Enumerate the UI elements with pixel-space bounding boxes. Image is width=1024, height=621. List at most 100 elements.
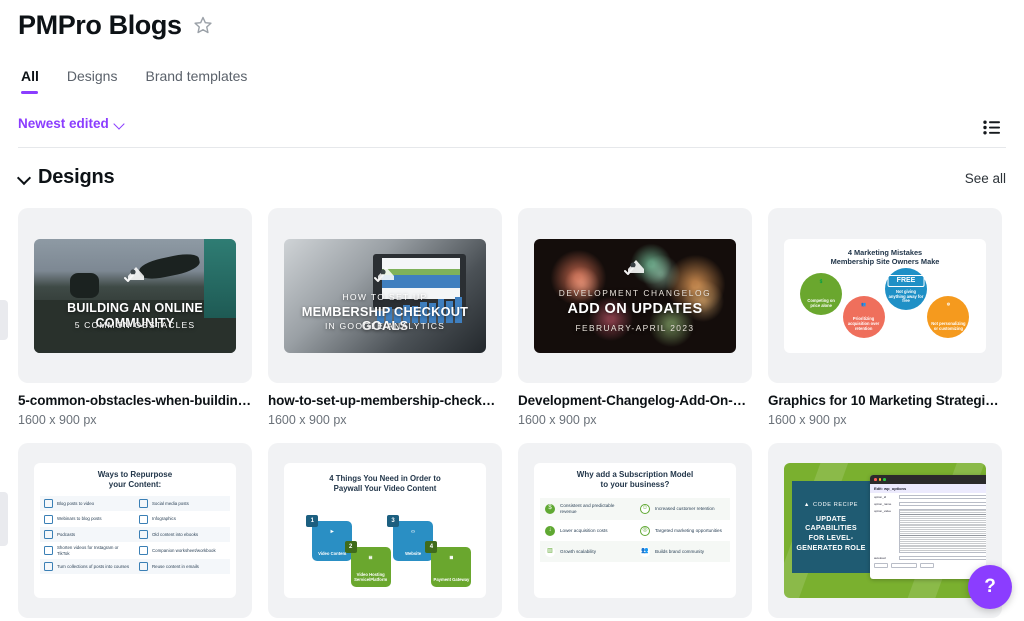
list-item: Social media posts (135, 496, 230, 512)
thumbnail-subhead: 5 COMMON OBSTACLES (74, 319, 196, 330)
video-icon: ▶ (330, 528, 334, 534)
infographic-title-line1: Ways to Repurpose (97, 470, 173, 479)
list-view-icon[interactable] (976, 112, 1006, 142)
email-icon (139, 562, 148, 572)
design-title[interactable]: 5-common-obstacles-when-building-a... (18, 393, 252, 408)
bubble-label: Not personalizing or customizing (931, 321, 966, 331)
worksheet-icon (139, 546, 148, 556)
star-icon[interactable] (192, 14, 214, 36)
step-label: Video Hosting Service/Platform (354, 572, 388, 582)
design-thumbnail[interactable]: BUILDING AN ONLINE COMMUNITY 5 COMMON OB… (18, 208, 252, 383)
field-input (899, 494, 986, 499)
tab-designs[interactable]: Designs (53, 62, 132, 94)
headline-line3: GENERATED ROLE (796, 542, 866, 552)
design-card[interactable]: Ways to Repurpose your Content: Blog pos… (18, 443, 252, 618)
window-title: Edit: wp_options (870, 484, 986, 493)
retention-icon: ☺ (640, 504, 650, 515)
tab-brand-templates[interactable]: Brand templates (131, 62, 261, 94)
infographic-icon (139, 514, 148, 524)
design-thumbnail[interactable]: 4 Things You Need in Order to Paywall Yo… (268, 443, 502, 618)
bubble-label: Competing on price alone (807, 298, 835, 308)
infographic-bubble: Not personalizing or customizing ⚙ (927, 295, 970, 338)
brand-label: CODE RECIPE (812, 501, 859, 508)
page-header: PMPro Blogs (18, 8, 214, 42)
field-label: autoload (874, 555, 886, 560)
designs-page: PMPro Blogs All Designs Brand templates … (0, 0, 1024, 621)
list-item-label: Webinars to blog posts (57, 516, 102, 522)
browser-icon: ▭ (411, 528, 416, 534)
design-thumbnail[interactable]: Why add a Subscription Model to your bus… (518, 443, 752, 618)
ebook-icon (139, 529, 148, 539)
infographic-title-line2: to your business? (600, 480, 670, 490)
design-thumbnail[interactable]: ▲ CODE RECIPE UPDATE CAPABILITIES FOR LE… (768, 443, 1002, 618)
infographic-bubble: Not giving anything away for free FREE (885, 268, 927, 311)
design-dimensions: 1600 x 900 px (518, 413, 597, 427)
price-tag-icon: 💲 (818, 278, 824, 284)
design-title[interactable]: how-to-set-up-membership-checkout... (268, 393, 502, 408)
pmpro-logo-icon: ▲ (803, 501, 810, 508)
infographic-title-line1: 4 Things You Need in Order to (329, 474, 441, 483)
help-button[interactable]: ? (968, 565, 1012, 609)
social-icon (139, 499, 148, 509)
list-item: ☺ Increased customer retention (635, 497, 730, 521)
pmpro-logo-icon (124, 266, 144, 282)
design-card[interactable]: 4 Marketing Mistakes Membership Site Own… (768, 208, 1002, 427)
chevron-down-icon[interactable] (18, 172, 30, 184)
list-item: Turn collections of posts into courses (40, 559, 135, 575)
design-thumbnail[interactable]: DEVELOPMENT CHANGELOG ADD ON UPDATES FEB… (518, 208, 752, 383)
section-header-designs: Designs See all (18, 166, 1006, 196)
bubble-label: Prioritizing acquisition over retention (847, 316, 880, 331)
podcast-icon (44, 529, 53, 539)
design-thumbnail[interactable]: 4 Marketing Mistakes Membership Site Own… (768, 208, 1002, 383)
design-thumbnail[interactable]: Ways to Repurpose your Content: Blog pos… (18, 443, 252, 618)
design-card[interactable]: DEVELOPMENT CHANGELOG ADD ON UPDATES FEB… (518, 208, 752, 427)
pmpro-logo-icon (624, 260, 644, 276)
list-item: Webinars to blog posts (40, 511, 135, 526)
infographic-title-line2: your Content: (108, 480, 162, 489)
design-title[interactable]: Graphics for 10 Marketing Strategies t..… (768, 393, 1002, 408)
list-item: Old content into ebooks (135, 526, 230, 543)
tab-bar: All Designs Brand templates (18, 62, 261, 94)
list-item: Shorten videos for Instagram or TikTok (40, 542, 135, 559)
server-icon: ▤ (368, 554, 373, 560)
list-item: Infographics (135, 511, 230, 526)
list-item-label: Reuse content in emails (152, 564, 199, 570)
thumbnail-subhead: FEBRUARY-APRIL 2023 (575, 323, 695, 333)
code-recipe-window: Edit: wp_options option_id option_name o… (870, 475, 986, 579)
users-icon: 👥 (861, 301, 867, 307)
headline-line2: FOR LEVEL- (808, 533, 854, 542)
design-card[interactable]: Why add a Subscription Model to your bus… (518, 443, 752, 618)
tab-all[interactable]: All (18, 62, 53, 94)
chevron-down-icon (115, 119, 125, 129)
toolbar: Newest edited (0, 112, 1024, 152)
design-card[interactable]: HOW TO SET UP MEMBERSHIP CHECKOUT GOALS … (268, 208, 502, 427)
thumbnail-art-community: BUILDING AN ONLINE COMMUNITY 5 COMMON OB… (34, 238, 236, 353)
thumbnail-art-subscription: Why add a Subscription Model to your bus… (534, 463, 736, 598)
list-item-label: Turn collections of posts into courses (57, 564, 130, 570)
gear-pencil-icon: ⚙ (946, 301, 951, 307)
design-card[interactable]: 4 Things You Need in Order to Paywall Yo… (268, 443, 502, 618)
sort-dropdown[interactable]: Newest edited (18, 116, 125, 131)
list-item-label: Companion worksheet/workbook (152, 547, 216, 553)
field-input (899, 501, 986, 506)
target-icon: ◎ (640, 525, 650, 536)
design-title[interactable]: Development-Changelog-Add-On-Upd... (518, 393, 752, 408)
design-card[interactable]: ▲ CODE RECIPE UPDATE CAPABILITIES FOR LE… (768, 443, 1002, 618)
step-block: 2 ▤ Video Hosting Service/Platform (344, 540, 391, 587)
design-card[interactable]: BUILDING AN ONLINE COMMUNITY 5 COMMON OB… (18, 208, 252, 427)
design-thumbnail[interactable]: HOW TO SET UP MEMBERSHIP CHECKOUT GOALS … (268, 208, 502, 383)
section-title: Designs (38, 166, 115, 188)
design-dimensions: 1600 x 900 px (268, 413, 347, 427)
thumbnail-art-marketing-mistakes: 4 Marketing Mistakes Membership Site Own… (784, 238, 986, 353)
list-item: $ Consistent and predictable revenue (540, 497, 635, 521)
list-item: Blog posts to video (40, 496, 135, 512)
infographic-title-line1: Why add a Subscription Model (576, 470, 694, 479)
thumbnail-art-paywall: 4 Things You Need in Order to Paywall Yo… (284, 463, 486, 598)
see-all-link[interactable]: See all (965, 171, 1006, 186)
step-label: Website (405, 551, 422, 557)
community-icon: 👥 (640, 546, 650, 557)
list-item-label: Targeted marketing opportunities (655, 527, 722, 533)
free-stamp-icon: FREE (887, 274, 925, 287)
step-label: Payment Gateway (433, 576, 470, 582)
lower-cost-icon: ↓ (545, 525, 555, 536)
